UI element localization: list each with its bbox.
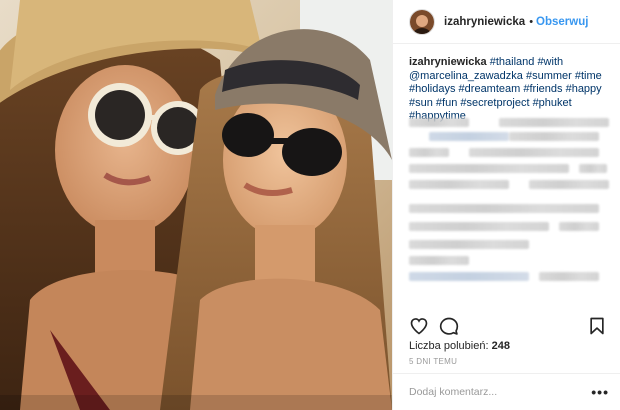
bookmark-icon[interactable]: [587, 316, 607, 336]
comment-icon[interactable]: [439, 316, 459, 336]
hashtag[interactable]: #friends: [523, 83, 562, 95]
mention[interactable]: @marcelina_zawadzka: [409, 70, 523, 82]
post-photo[interactable]: [0, 0, 392, 410]
comment-bar: Dodaj komentarz... •••: [393, 373, 620, 410]
hashtag[interactable]: #sun: [409, 97, 433, 109]
post-timestamp[interactable]: 5 DNI TEMU: [409, 357, 457, 366]
likes-count[interactable]: Liczba polubień: 248: [409, 340, 510, 352]
blurred-line: [409, 180, 509, 189]
blurred-line: [579, 164, 607, 173]
blurred-line: [409, 222, 549, 231]
hashtag[interactable]: #summer: [526, 70, 572, 82]
post-actions: [409, 316, 607, 336]
hashtag[interactable]: #phuket: [533, 97, 572, 109]
blurred-line: [409, 240, 529, 249]
caption-username[interactable]: izahryniewicka: [409, 56, 487, 68]
hashtag[interactable]: #dreamteam: [459, 83, 521, 95]
blurred-line: [529, 180, 609, 189]
hashtag[interactable]: #time: [575, 70, 602, 82]
post-side-panel: izahryniewicka • Obserwuj izahryniewicka…: [392, 0, 620, 410]
separator-dot: •: [529, 15, 534, 28]
hashtag[interactable]: #secretproject: [460, 97, 529, 109]
blurred-line: [409, 272, 529, 281]
blurred-line: [409, 118, 469, 127]
blurred-line: [499, 118, 609, 127]
post-header: izahryniewicka • Obserwuj: [393, 0, 620, 44]
blurred-comments: [409, 118, 610, 288]
blurred-line: [409, 148, 449, 157]
blurred-line: [509, 132, 599, 141]
header-username[interactable]: izahryniewicka: [444, 16, 525, 28]
photo-image: [0, 0, 392, 410]
hashtag[interactable]: #thailand: [490, 56, 535, 68]
post-caption: izahryniewicka #thailand #with @marcelin…: [393, 44, 620, 124]
instagram-post: izahryniewicka • Obserwuj izahryniewicka…: [0, 0, 620, 410]
hashtag[interactable]: #fun: [436, 97, 457, 109]
likes-label: Liczba polubień:: [409, 340, 489, 352]
hashtag[interactable]: #happy: [566, 83, 602, 95]
blurred-line: [409, 164, 569, 173]
avatar-image: [410, 9, 434, 34]
blurred-line: [559, 222, 599, 231]
blurred-line: [469, 148, 599, 157]
hashtag[interactable]: #with: [537, 56, 563, 68]
hashtag[interactable]: #holidays: [409, 83, 455, 95]
follow-button[interactable]: Obserwuj: [536, 16, 588, 28]
comment-input[interactable]: Dodaj komentarz...: [409, 386, 591, 398]
blurred-line: [409, 256, 469, 265]
likes-number: 248: [491, 340, 510, 352]
heart-icon[interactable]: [409, 316, 429, 336]
blurred-line: [429, 132, 509, 141]
more-options-icon[interactable]: •••: [591, 384, 609, 400]
blurred-line: [539, 272, 599, 281]
blurred-line: [409, 204, 599, 213]
avatar[interactable]: [409, 8, 435, 35]
